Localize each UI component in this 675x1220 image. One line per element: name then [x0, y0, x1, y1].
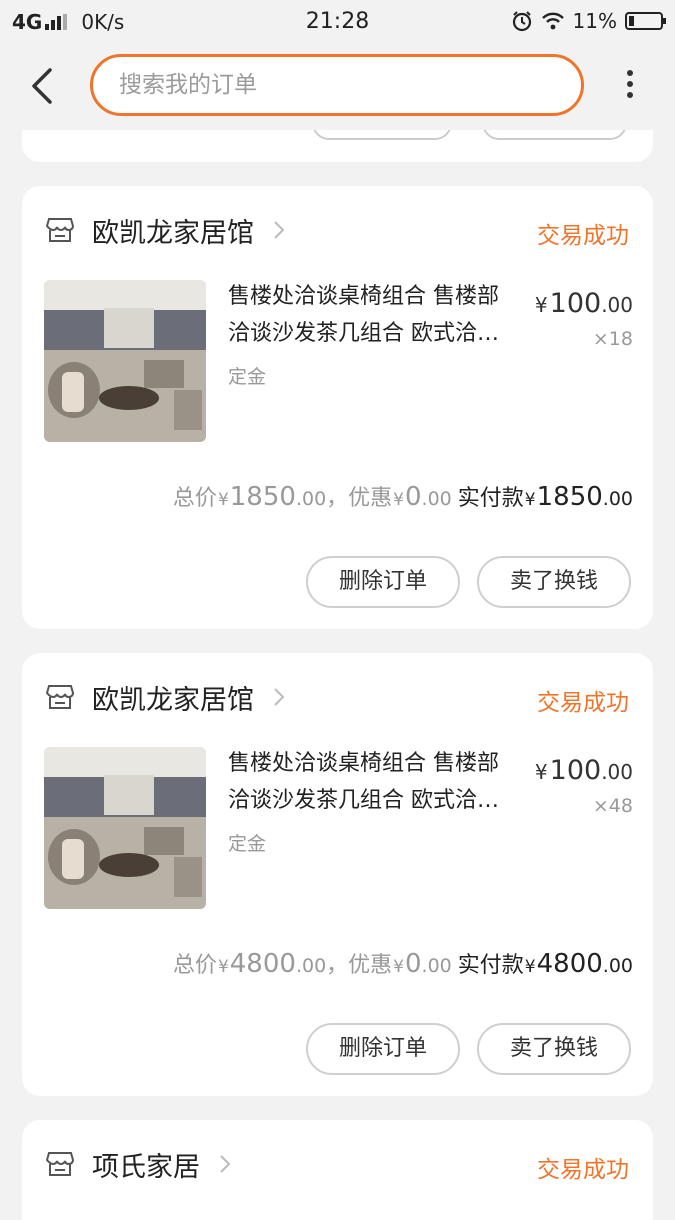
store-name: 欧凯龙家居馆	[92, 684, 254, 716]
alarm-icon	[512, 11, 531, 32]
store-icon	[46, 1152, 74, 1176]
paid-decimal: .00	[602, 955, 633, 977]
more-menu-icon[interactable]	[618, 66, 642, 106]
battery-percent: 11%	[572, 9, 617, 33]
currency-symbol: ¥	[534, 293, 548, 317]
order-totals: 总价¥4800.00，优惠¥0.00 实付款¥4800.00	[173, 947, 633, 979]
order-card[interactable]: 项氏家居 交易成功	[22, 1120, 653, 1220]
total-label: 总价	[172, 486, 217, 511]
delete-order-button[interactable]: 删除订单	[306, 1023, 460, 1075]
unit-price: ¥100.00	[535, 755, 633, 786]
top-bar	[0, 46, 675, 132]
paid-label: 实付款	[457, 953, 524, 978]
currency-symbol: ¥	[393, 957, 404, 977]
total-label: 总价	[172, 953, 217, 978]
product-spec: 定金	[228, 833, 267, 855]
chevron-right-icon	[274, 221, 285, 239]
delete-order-button[interactable]: 删除订单	[306, 556, 460, 608]
currency-symbol: ¥	[217, 490, 229, 510]
chevron-right-icon	[274, 688, 285, 706]
store-icon	[46, 218, 74, 242]
total-integer: 1850	[229, 482, 296, 512]
discount-decimal: .00	[421, 955, 452, 977]
store-icon	[46, 685, 74, 709]
currency-symbol: ¥	[393, 490, 404, 510]
previous-action-button[interactable]	[312, 130, 452, 140]
order-card-previous	[22, 130, 653, 162]
store-header[interactable]: 项氏家居	[46, 1146, 232, 1183]
store-header[interactable]: 欧凯龙家居馆	[46, 679, 286, 716]
paid-integer: 1850	[536, 482, 603, 512]
currency-symbol: ¥	[534, 760, 548, 784]
total-decimal: .00	[295, 955, 327, 977]
battery-icon	[625, 12, 666, 30]
previous-action-button[interactable]	[482, 130, 627, 140]
discount-label: ，优惠	[326, 486, 393, 511]
price-decimal: .00	[601, 293, 633, 317]
order-status: 交易成功	[537, 690, 629, 716]
status-bar: 4G 0K/s 21:28 11%	[0, 0, 675, 46]
discount-integer: 0	[405, 949, 422, 979]
price-decimal: .00	[601, 760, 633, 784]
discount-decimal: .00	[421, 488, 452, 510]
price-integer: 100	[549, 755, 602, 786]
order-status: 交易成功	[537, 223, 629, 249]
wifi-icon	[541, 12, 564, 30]
resell-button[interactable]: 卖了换钱	[477, 1023, 631, 1075]
currency-symbol: ¥	[524, 957, 536, 977]
store-name: 项氏家居	[92, 1151, 200, 1183]
paid-integer: 4800	[536, 949, 603, 979]
paid-decimal: .00	[602, 488, 633, 510]
unit-price: ¥100.00	[535, 288, 633, 319]
product-title[interactable]: 售楼处洽谈桌椅组合 售楼部洽谈沙发茶几组合 欧式洽谈桌椅组合	[228, 745, 518, 819]
resell-button[interactable]: 卖了换钱	[477, 556, 631, 608]
store-header[interactable]: 欧凯龙家居馆	[46, 212, 286, 249]
total-decimal: .00	[295, 488, 327, 510]
order-card[interactable]: 欧凯龙家居馆 交易成功 售楼处洽谈桌椅组合 售楼部洽谈沙发茶几组合 欧式洽谈桌椅…	[22, 653, 653, 1096]
back-arrow-icon[interactable]	[26, 64, 66, 108]
quantity: ×48	[592, 795, 633, 817]
product-image[interactable]	[44, 747, 206, 909]
order-status: 交易成功	[537, 1157, 629, 1183]
paid-label: 实付款	[457, 486, 524, 511]
total-integer: 4800	[229, 949, 296, 979]
search-input[interactable]	[117, 71, 581, 99]
order-card[interactable]: 欧凯龙家居馆 交易成功 售楼处洽谈桌椅组合 售楼部洽谈沙发茶几组合 欧式洽谈桌椅…	[22, 186, 653, 629]
quantity: ×18	[592, 328, 633, 350]
discount-integer: 0	[405, 482, 422, 512]
chevron-right-icon	[220, 1155, 231, 1173]
order-totals: 总价¥1850.00，优惠¥0.00 实付款¥1850.00	[173, 480, 633, 512]
store-name: 欧凯龙家居馆	[92, 217, 254, 249]
search-box[interactable]	[90, 54, 584, 116]
status-bar-right: 11%	[511, 9, 666, 33]
product-title[interactable]: 售楼处洽谈桌椅组合 售楼部洽谈沙发茶几组合 欧式洽谈桌椅组合	[228, 278, 518, 352]
product-spec: 定金	[228, 366, 267, 388]
price-integer: 100	[549, 288, 602, 319]
product-image[interactable]	[44, 280, 206, 442]
currency-symbol: ¥	[217, 957, 229, 977]
currency-symbol: ¥	[524, 490, 536, 510]
discount-label: ，优惠	[326, 953, 393, 978]
